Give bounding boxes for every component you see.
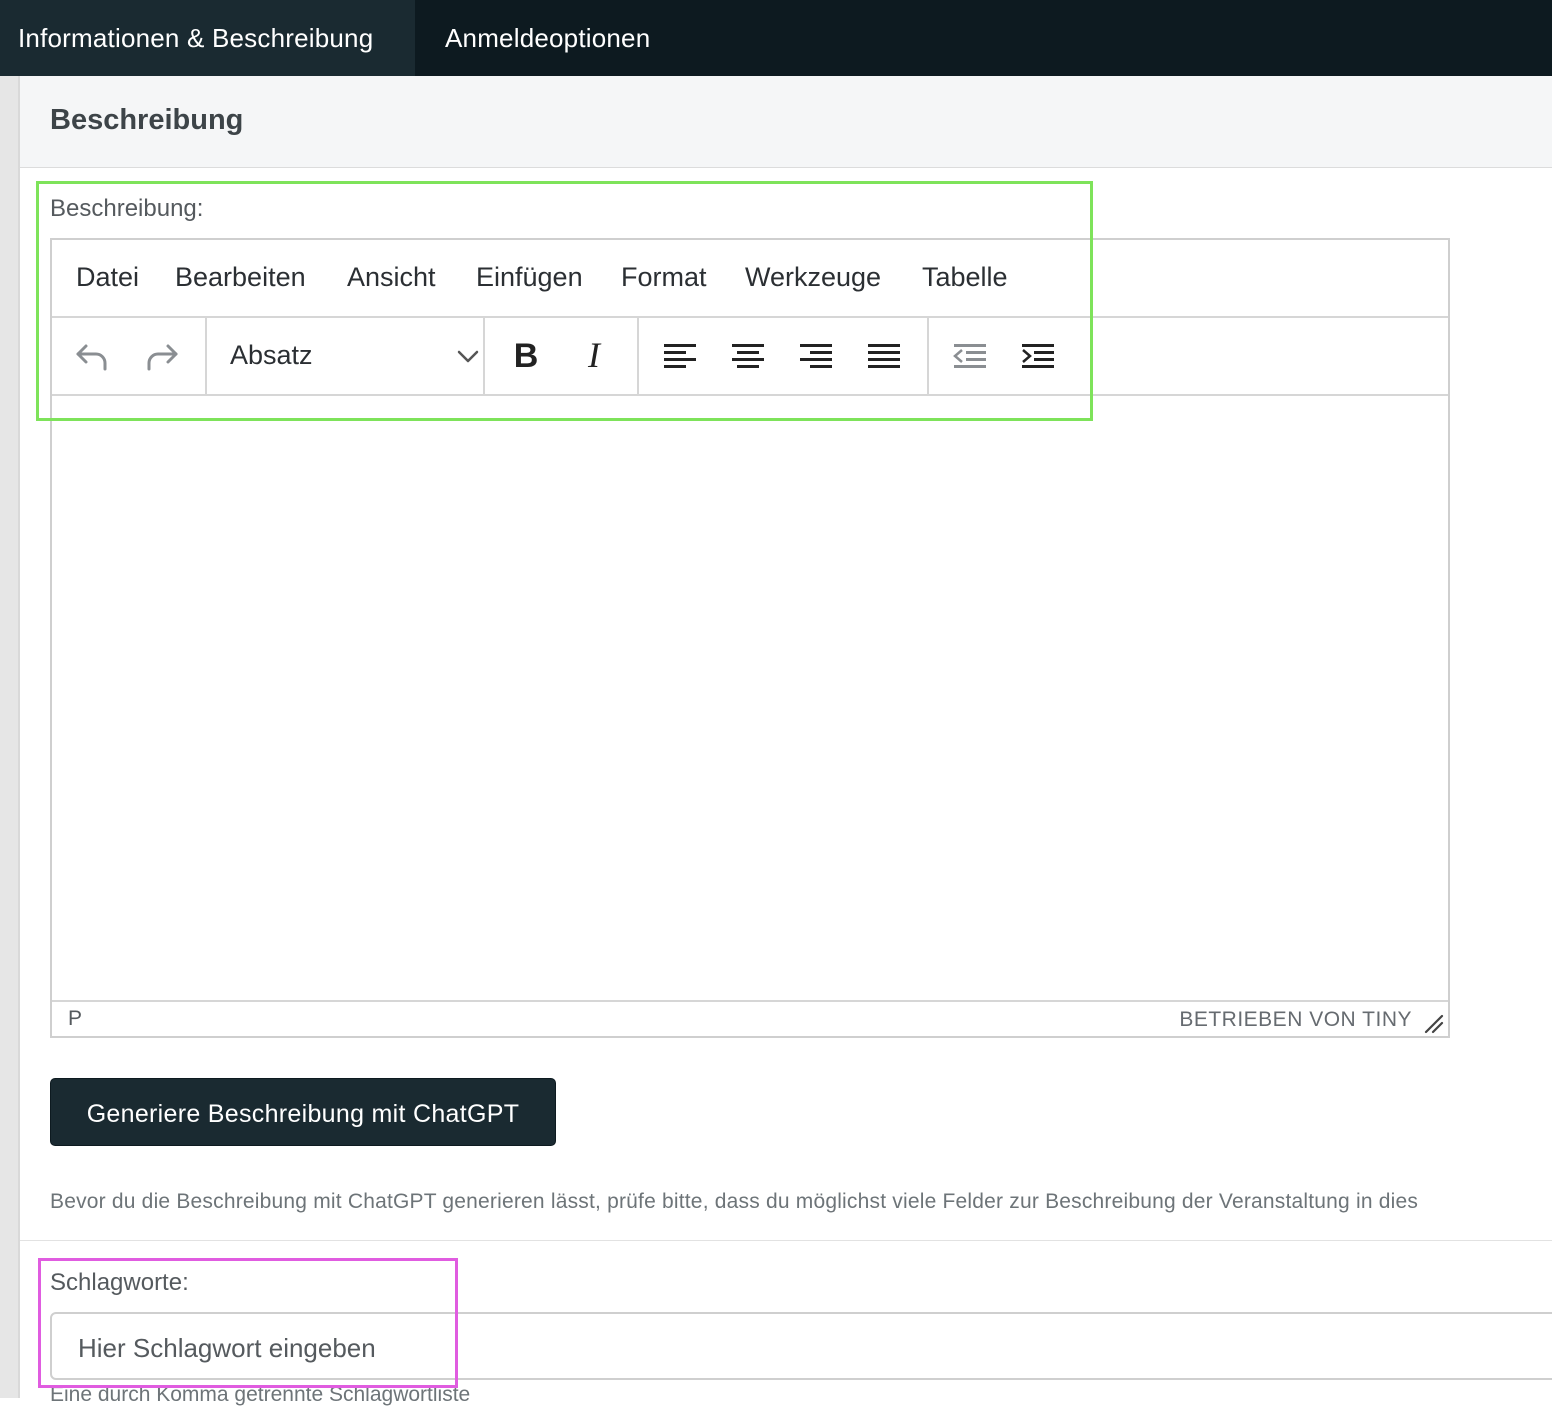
editor-menubar: Datei Bearbeiten Ansicht Einfügen Format…	[52, 240, 1448, 318]
outdent-button[interactable]	[946, 332, 994, 380]
align-right-icon	[800, 344, 832, 368]
toolbar-separator	[483, 318, 485, 394]
toolbar-separator	[927, 318, 929, 394]
italic-button[interactable]: I	[570, 332, 618, 380]
keywords-hint: Eine durch Komma getrennte Schlagwortlis…	[50, 1383, 471, 1406]
indent-button[interactable]	[1014, 332, 1062, 380]
toolbar-separator	[205, 318, 207, 394]
svg-text:B: B	[514, 337, 539, 375]
keywords-placeholder: Hier Schlagwort eingeben	[78, 1333, 376, 1363]
align-justify-button[interactable]	[860, 332, 908, 380]
left-gutter	[0, 76, 18, 1398]
chevron-down-icon	[457, 350, 479, 363]
rich-text-editor: Datei Bearbeiten Ansicht Einfügen Format…	[50, 238, 1450, 1038]
keywords-label: Schlagworte:	[50, 1269, 189, 1296]
resize-handle-icon[interactable]	[1422, 1012, 1444, 1034]
redo-icon	[147, 344, 178, 371]
bold-button[interactable]: B	[502, 332, 550, 380]
top-nav: Informationen & Beschreibung Anmeldeopti…	[0, 0, 1552, 76]
powered-by-link[interactable]: BETRIEBEN VON TINY	[1179, 1008, 1412, 1032]
left-divider	[18, 76, 20, 1398]
toolbar-separator	[637, 318, 639, 394]
menu-datei[interactable]: Datei	[76, 262, 139, 293]
editor-statusbar: P BETRIEBEN VON TINY	[52, 1000, 1448, 1036]
align-left-icon	[664, 344, 696, 368]
align-right-button[interactable]	[792, 332, 840, 380]
redo-button[interactable]	[138, 332, 186, 380]
menu-format[interactable]: Format	[621, 262, 707, 293]
align-center-icon	[732, 344, 764, 368]
menu-ansicht[interactable]: Ansicht	[347, 262, 436, 293]
generate-help-text: Bevor du die Beschreibung mit ChatGPT ge…	[50, 1190, 1419, 1213]
element-path[interactable]: P	[68, 1007, 82, 1031]
block-format-value: Absatz	[230, 340, 313, 370]
menu-bearbeiten[interactable]: Bearbeiten	[175, 262, 306, 293]
menu-einfuegen[interactable]: Einfügen	[476, 262, 583, 293]
align-center-button[interactable]	[724, 332, 772, 380]
bold-icon: B	[514, 337, 539, 375]
section-header: Beschreibung	[20, 76, 1552, 168]
tab-anmeldeoptionen[interactable]: Anmeldeoptionen	[445, 0, 650, 76]
generate-description-button[interactable]: Generiere Beschreibung mit ChatGPT	[50, 1078, 556, 1146]
menu-tabelle[interactable]: Tabelle	[922, 262, 1008, 293]
tab-informationen-beschreibung[interactable]: Informationen & Beschreibung	[0, 0, 415, 76]
italic-icon: I	[587, 336, 602, 375]
undo-icon	[76, 344, 107, 371]
section-divider	[20, 1240, 1552, 1241]
align-justify-icon	[868, 344, 900, 368]
undo-button[interactable]	[68, 332, 116, 380]
section-title: Beschreibung	[50, 104, 244, 136]
svg-text:I: I	[587, 336, 602, 375]
outdent-icon	[953, 344, 986, 368]
keywords-input[interactable]: Hier Schlagwort eingeben	[50, 1312, 1552, 1380]
menu-werkzeuge[interactable]: Werkzeuge	[745, 262, 881, 293]
editor-toolbar: Absatz B I	[52, 318, 1448, 396]
editor-content-area[interactable]	[52, 396, 1448, 1002]
description-label: Beschreibung:	[50, 195, 204, 222]
align-left-button[interactable]	[656, 332, 704, 380]
block-format-select[interactable]: Absatz	[230, 332, 480, 380]
indent-icon	[1022, 344, 1054, 368]
